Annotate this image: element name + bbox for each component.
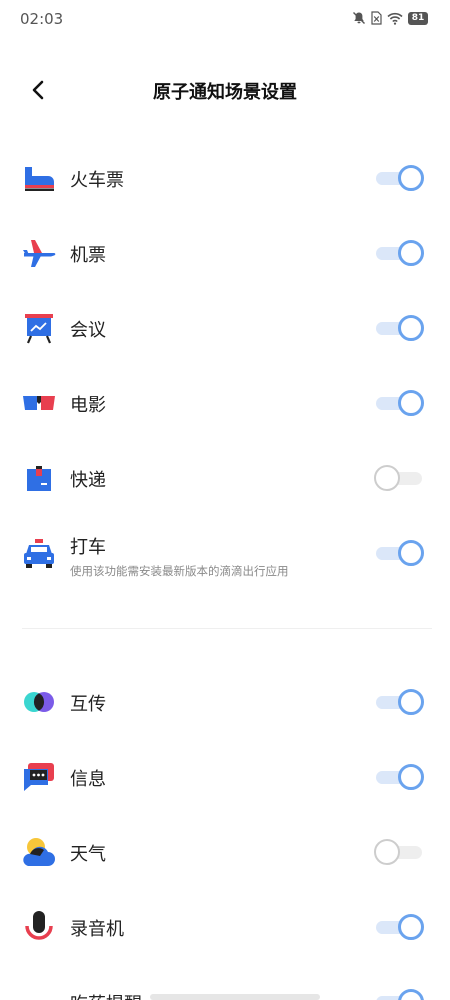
setting-row-message: 信息: [0, 747, 450, 807]
airplane-icon: [23, 240, 56, 267]
setting-label: 录音机: [70, 919, 124, 940]
toggle-switch[interactable]: [374, 839, 424, 865]
setting-label: 会议: [70, 320, 106, 341]
toggle-switch[interactable]: [374, 914, 424, 940]
scroll-indicator: [150, 994, 320, 1000]
mute-bell-icon: [353, 12, 365, 24]
toggle-switch[interactable]: [374, 465, 424, 491]
section-divider: [22, 628, 432, 629]
taxi-icon: [24, 539, 54, 568]
wifi-icon: [387, 12, 403, 25]
setting-row-delivery: 快递: [0, 448, 450, 508]
reminder-icon: [22, 985, 56, 1000]
setting-subtitle: 使用该功能需安装最新版本的滴滴出行应用: [70, 564, 289, 578]
status-icons: 81: [352, 11, 428, 25]
toggle-switch[interactable]: [374, 689, 424, 715]
toggle-switch[interactable]: [374, 390, 424, 416]
setting-label: 电影: [70, 395, 106, 416]
message-bubble-icon: [24, 763, 54, 791]
toggle-switch[interactable]: [374, 989, 424, 1000]
toggle-switch[interactable]: [374, 240, 424, 266]
no-sim-icon: [371, 11, 382, 25]
setting-row-recorder: 录音机: [0, 897, 450, 957]
header: 原子通知场景设置: [0, 68, 450, 112]
setting-label: 吃药提醒: [70, 990, 142, 1000]
setting-row-share: 互传: [0, 672, 450, 732]
setting-label: 机票: [70, 245, 106, 266]
setting-row-meeting: 会议: [0, 298, 450, 358]
setting-label: 信息: [70, 769, 106, 790]
setting-row-taxi: 打车 使用该功能需安装最新版本的滴滴出行应用: [0, 523, 450, 583]
setting-label: 打车: [70, 537, 106, 558]
setting-row-flight: 机票: [0, 223, 450, 283]
setting-label: 火车票: [70, 170, 124, 191]
meeting-board-icon: [25, 314, 53, 344]
package-icon: [27, 466, 51, 491]
setting-label: 快递: [70, 470, 106, 491]
toggle-switch[interactable]: [374, 764, 424, 790]
train-icon: [25, 167, 54, 191]
setting-label: 互传: [70, 694, 106, 715]
status-bar: 02:03 81: [0, 0, 450, 40]
toggle-switch[interactable]: [374, 315, 424, 341]
toggle-switch[interactable]: [374, 165, 424, 191]
microphone-icon: [25, 911, 53, 940]
setting-label: 天气: [70, 844, 106, 865]
3d-glasses-icon: [23, 396, 55, 410]
setting-row-weather: 天气: [0, 822, 450, 882]
setting-row-movie: 电影: [0, 373, 450, 433]
status-time: 02:03: [20, 10, 64, 28]
toggle-switch[interactable]: [374, 540, 424, 566]
setting-row-train: 火车票: [0, 148, 450, 208]
page-title: 原子通知场景设置: [153, 82, 297, 103]
battery-indicator: 81: [408, 11, 428, 25]
share-circles-icon: [24, 692, 54, 712]
weather-icon: [23, 838, 55, 866]
